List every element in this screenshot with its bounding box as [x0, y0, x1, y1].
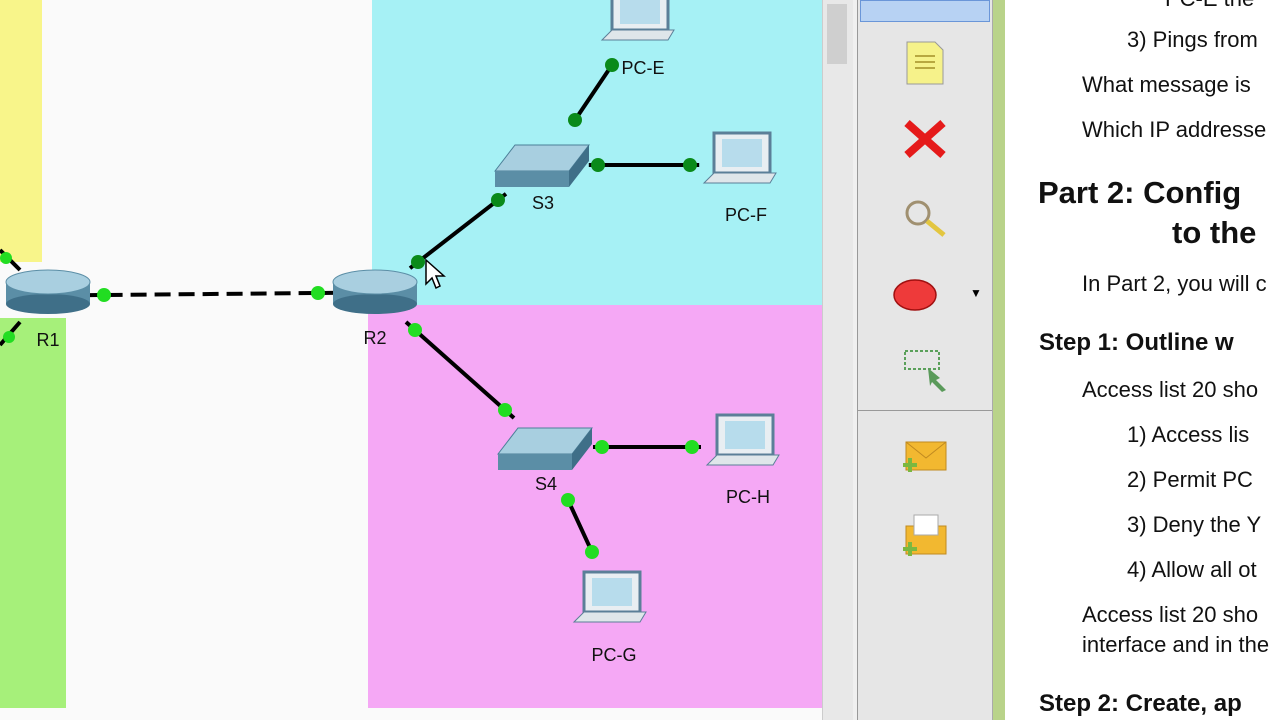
device-pc-f-base [702, 172, 777, 184]
delete-button[interactable] [858, 104, 992, 174]
device-label: S3 [531, 193, 555, 213]
link-status-light [411, 255, 425, 269]
doc-paragraph: Access list 20 sho [1082, 602, 1259, 627]
link-status-light [585, 545, 599, 559]
panel-splitter[interactable] [993, 0, 1005, 720]
link-R2-S4 [404, 320, 516, 420]
doc-line: PC-E the [1165, 0, 1254, 12]
doc-list-item: 4) Allow all ot [1127, 557, 1257, 582]
device-s4 [498, 454, 572, 470]
link-status-light [97, 288, 111, 302]
doc-list-item: 3) Deny the Y [1127, 512, 1262, 537]
device-label: PC-F [725, 205, 767, 225]
device-pc-e-base [600, 29, 675, 41]
doc-question: Which IP addresse [1082, 117, 1267, 142]
device-r2-base [333, 294, 417, 314]
mouse-cursor-icon [425, 258, 446, 290]
link-status-light [408, 323, 422, 337]
chevron-down-icon[interactable]: ▼ [970, 286, 982, 300]
device-pc-f-screen [722, 139, 762, 167]
link-status-light [311, 286, 325, 300]
router-icon [332, 269, 418, 295]
topology-links [0, 0, 780, 623]
add-complex-pdu-icon [903, 514, 947, 556]
device-pc-h-base [705, 454, 780, 466]
device-pc-h-screen [725, 421, 765, 449]
toolbar-divider [858, 410, 992, 411]
doc-paragraph: Access list 20 sho [1082, 377, 1259, 402]
doc-list-item: 2) Permit PC [1127, 467, 1253, 492]
resize-icon [904, 350, 946, 392]
device-label: PC-H [726, 487, 770, 507]
place-note-button[interactable] [858, 28, 992, 98]
resize-shape-button[interactable] [858, 336, 992, 406]
doc-paragraph: In Part 2, you will c [1082, 271, 1267, 296]
device-label: PC-G [591, 645, 637, 665]
device-label: R2 [363, 328, 387, 348]
canvas-scrollbar[interactable] [822, 0, 853, 720]
step1-heading: Step 1: Outline w [1039, 329, 1234, 356]
part2-heading: Part 2: Config [1038, 175, 1242, 210]
link-status-light [683, 158, 697, 172]
device-r1-base [6, 294, 90, 314]
scrollbar-thumb[interactable] [827, 4, 847, 64]
part2-heading-cont: to the [1172, 215, 1257, 250]
doc-list-item: 1) Access lis [1127, 422, 1250, 447]
step2-heading: Step 2: Create, ap [1039, 690, 1242, 717]
link-status-light [0, 252, 12, 264]
doc-list-item: 3) Pings from [1127, 27, 1258, 52]
link-status-light [595, 440, 609, 454]
router-icon [5, 269, 91, 295]
add-simple-pdu-button[interactable] [858, 422, 992, 492]
select-tool-button[interactable] [860, 0, 990, 22]
link-status-light [685, 440, 699, 454]
doc-paragraph: interface and in the [1082, 632, 1270, 657]
topology-canvas[interactable]: R1 R2 S3 S4 PC-E PC-F PC-H PC-G [0, 0, 822, 720]
device-label: R1 [36, 330, 60, 350]
device-pc-g-base [572, 611, 647, 623]
draw-ellipse-button[interactable] [848, 260, 982, 330]
link-status-light [491, 193, 505, 207]
device-pc-g-screen [592, 578, 632, 606]
doc-question: What message is [1082, 72, 1251, 97]
add-complex-pdu-button[interactable] [858, 500, 992, 570]
link-status-light [561, 493, 575, 507]
inspect-button[interactable] [858, 184, 992, 254]
note-icon [906, 41, 944, 85]
link-status-light [568, 113, 582, 127]
link-status-light [605, 58, 619, 72]
device-pc-e-screen [620, 0, 660, 24]
delete-icon [904, 120, 946, 158]
device-s3 [495, 171, 569, 187]
inspect-icon [905, 200, 946, 237]
device-label: S4 [534, 474, 558, 494]
common-tools-bar: ▼ [857, 0, 993, 720]
add-simple-pdu-icon [903, 441, 947, 472]
link-R1-R2 [82, 290, 340, 298]
draw-ellipse-icon [893, 279, 937, 311]
device-label: PC-E [621, 58, 665, 78]
link-status-light [591, 158, 605, 172]
link-status-light [3, 331, 15, 343]
instructions-document: PC-E the 3) Pings from What message is W… [1005, 0, 1280, 720]
link-status-light [498, 403, 512, 417]
